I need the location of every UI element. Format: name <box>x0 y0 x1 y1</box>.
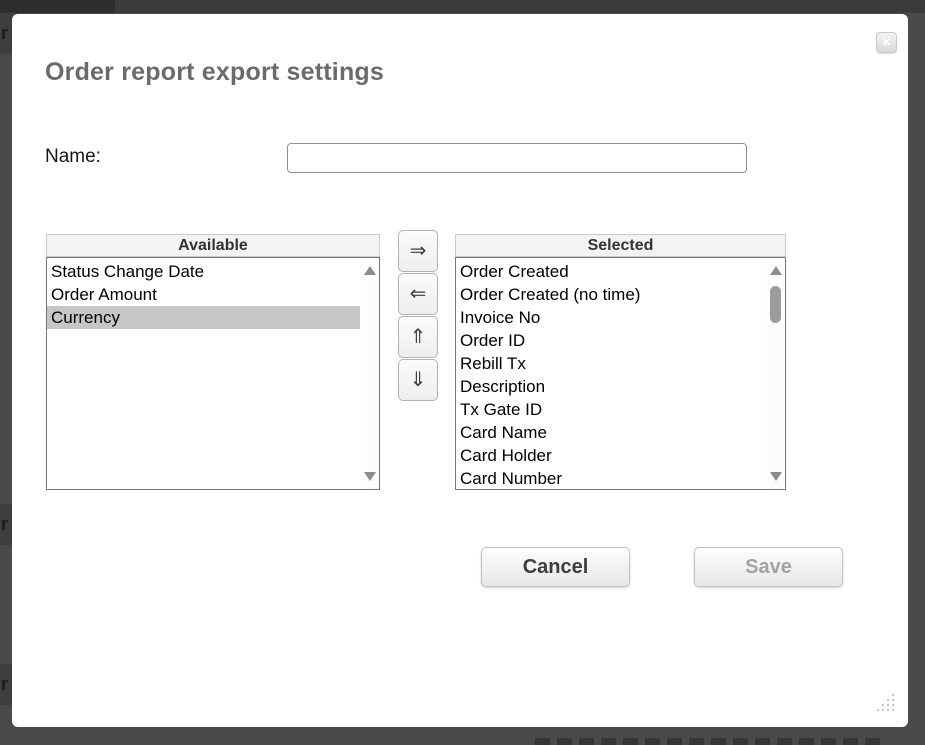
selected-scrollbar[interactable] <box>767 258 785 489</box>
list-item[interactable]: Order Amount <box>47 283 360 306</box>
move-right-button[interactable]: ⇒ <box>398 230 438 272</box>
list-item[interactable]: Status Change Date <box>47 260 360 283</box>
list-item[interactable]: Order Created (no time) <box>456 283 766 306</box>
list-item[interactable]: Invoice No <box>456 306 766 329</box>
list-item[interactable]: Tx Gate ID <box>456 398 766 421</box>
save-button[interactable]: Save <box>694 547 843 587</box>
scroll-up-icon[interactable] <box>364 266 376 275</box>
list-item[interactable]: Card Number <box>456 467 766 490</box>
name-label: Name: <box>45 146 101 168</box>
backdrop-top-strip-dark <box>0 0 115 13</box>
list-item[interactable]: Rebill Tx <box>456 352 766 375</box>
export-settings-dialog: ✕ Order report export settings Name: Ava… <box>12 14 908 727</box>
underlying-page-fragment: r <box>0 664 12 705</box>
list-item[interactable]: Order ID <box>456 329 766 352</box>
underlying-page-fragment: r <box>0 13 12 54</box>
available-scrollbar[interactable] <box>361 258 379 489</box>
name-row: Name: <box>45 143 875 173</box>
scroll-down-icon[interactable] <box>364 472 376 481</box>
close-button[interactable]: ✕ <box>876 32 897 53</box>
scroll-thumb[interactable] <box>770 286 781 323</box>
scroll-up-icon[interactable] <box>770 266 782 275</box>
grip-dots <box>877 694 879 696</box>
resize-grip-icon[interactable] <box>877 694 897 714</box>
selected-list-header: Selected <box>455 234 786 257</box>
selected-listbox[interactable]: Order CreatedOrder Created (no time)Invo… <box>455 257 786 490</box>
underlying-page-clipped-text <box>535 738 883 745</box>
available-list-header: Available <box>46 234 380 257</box>
move-left-button[interactable]: ⇐ <box>398 273 438 315</box>
backdrop-top-strip <box>0 0 925 13</box>
close-icon: ✕ <box>881 35 891 49</box>
move-up-button[interactable]: ⇑ <box>398 316 438 358</box>
available-listbox[interactable]: Status Change DateOrder AmountCurrency <box>46 257 380 490</box>
cancel-button[interactable]: Cancel <box>481 547 630 587</box>
list-item[interactable]: Card Holder <box>456 444 766 467</box>
list-item[interactable]: Currency <box>47 306 360 329</box>
underlying-page-fragment: r <box>0 504 12 545</box>
dialog-title: Order report export settings <box>45 58 384 87</box>
list-item[interactable]: Order Created <box>456 260 766 283</box>
scroll-down-icon[interactable] <box>770 472 782 481</box>
list-item[interactable]: Card Name <box>456 421 766 444</box>
name-input[interactable] <box>287 143 747 173</box>
list-item[interactable]: Description <box>456 375 766 398</box>
move-down-button[interactable]: ⇓ <box>398 359 438 401</box>
